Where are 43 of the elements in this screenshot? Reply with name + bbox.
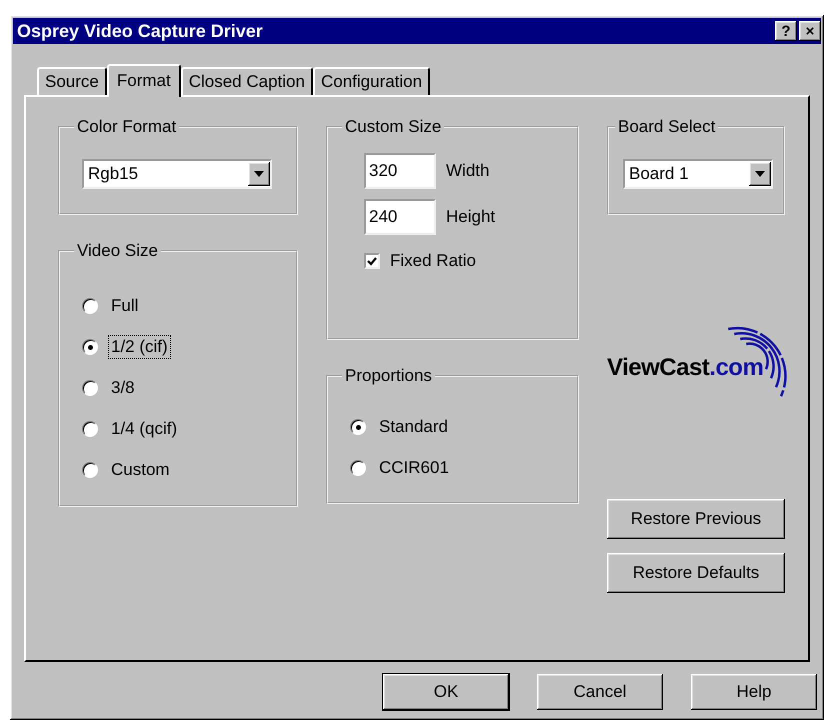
radio-button[interactable] — [350, 460, 366, 476]
radio-label: Standard — [378, 416, 449, 438]
dropdown-arrow-icon — [755, 171, 765, 177]
field-label: Width — [446, 161, 490, 181]
tab[interactable]: Configuration — [312, 67, 430, 95]
radio-button[interactable] — [82, 462, 98, 478]
radio-button[interactable] — [350, 419, 366, 435]
dropdown-arrow-icon — [254, 171, 264, 177]
check-mark-icon — [367, 256, 377, 266]
radio-label: Full — [110, 295, 140, 317]
close-button[interactable]: × — [799, 21, 821, 41]
height-field[interactable]: 240 — [364, 199, 436, 235]
group-title: Board Select — [617, 117, 716, 137]
checkbox[interactable] — [364, 253, 380, 269]
help-button[interactable]: ? — [775, 21, 797, 41]
radio-label: 3/8 — [110, 377, 136, 399]
window-title: Osprey Video Capture Driver — [17, 20, 263, 42]
width-field[interactable]: 320 — [364, 153, 436, 189]
dialog-button[interactable]: OK — [383, 674, 509, 710]
restore-defaults-button[interactable]: Restore Defaults — [607, 553, 785, 593]
radio-button[interactable] — [82, 298, 98, 314]
radio-button[interactable] — [82, 339, 98, 355]
tab[interactable]: Closed Caption — [180, 67, 313, 95]
field-label: Height — [446, 207, 496, 227]
group-title: Video Size — [76, 241, 159, 261]
radio-button[interactable] — [82, 380, 98, 396]
group-title: Proportions — [344, 366, 433, 386]
radio-label: 1/2 (cif) — [108, 335, 171, 359]
group-title: Color Format — [76, 117, 178, 137]
radio-label: 1/4 (qcif) — [110, 418, 178, 440]
radio-label: CCIR601 — [378, 457, 450, 479]
dialog-button[interactable]: Help — [691, 674, 817, 710]
group-title: Custom Size — [344, 117, 442, 137]
color-format-dropdown[interactable]: Rgb15 — [82, 159, 272, 189]
tab[interactable]: Source — [37, 67, 107, 95]
viewcast-logo: ViewCast.com — [607, 354, 764, 382]
restore-previous-button[interactable]: Restore Previous — [607, 499, 785, 539]
dialog-button[interactable]: Cancel — [537, 674, 663, 710]
board-select-dropdown[interactable]: Board 1 — [623, 159, 773, 189]
tab[interactable]: Format — [106, 64, 181, 97]
checkbox-label: Fixed Ratio — [390, 251, 476, 271]
radio-label: Custom — [110, 459, 171, 481]
radio-button[interactable] — [82, 421, 98, 437]
